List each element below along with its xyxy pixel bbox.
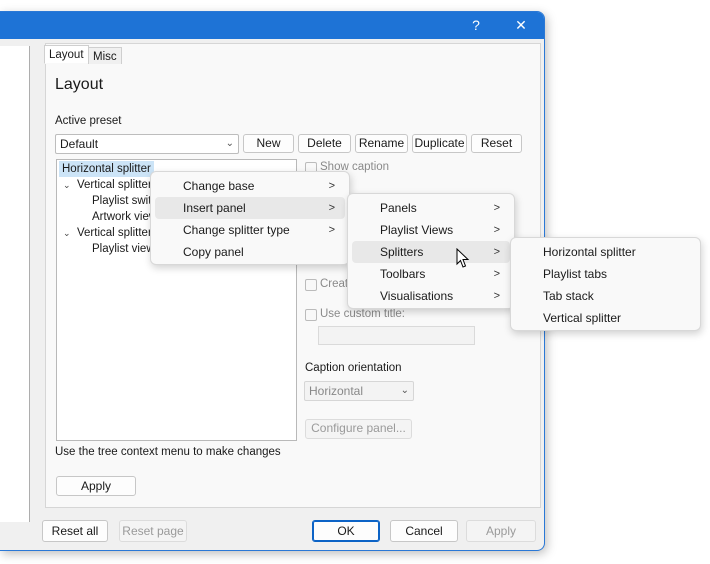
preset-value: Default [60,137,99,151]
reset-preset-button[interactable]: Reset [471,134,522,153]
menu-item-label: Playlist tabs [543,267,608,281]
create-checkbox[interactable] [305,279,317,291]
chevron-right-icon: > [493,224,500,236]
menu-item-label: Visualisations [380,289,454,303]
tree-node-vertical-splitter[interactable]: Vertical splitter [77,177,152,193]
title-bar: ? ✕ [0,12,544,39]
menu-item-insert-panel[interactable]: Insert panel > [155,197,345,219]
cancel-button[interactable]: Cancel [390,520,458,542]
insert-panel-submenu: Panels > Playlist Views > Splitters > To… [347,193,515,309]
use-custom-title-checkbox[interactable] [305,309,317,321]
caption-orientation-select[interactable]: Horizontal ⌄ [304,381,414,401]
footer-apply-button[interactable]: Apply [466,520,536,542]
splitters-submenu: Horizontal splitter Playlist tabs Tab st… [510,237,701,331]
tree-hint-text: Use the tree context menu to make change… [55,446,281,458]
chevron-right-icon: > [493,202,500,214]
new-preset-button[interactable]: New [243,134,294,153]
help-button[interactable]: ? [462,12,490,38]
menu-item-playlist-views[interactable]: Playlist Views > [352,219,510,241]
chevron-right-icon: > [493,290,500,302]
layout-apply-button[interactable]: Apply [56,476,136,496]
menu-item-playlist-tabs[interactable]: Playlist tabs [515,263,696,285]
menu-item-change-splitter-type[interactable]: Change splitter type > [155,219,345,241]
menu-item-label: Horizontal splitter [543,245,636,259]
reset-all-button[interactable]: Reset all [42,520,108,542]
rename-preset-button[interactable]: Rename [355,134,408,153]
tree-context-menu: Change base > Insert panel > Change spli… [150,171,350,265]
custom-title-input[interactable] [318,326,475,345]
menu-item-label: Copy panel [183,245,244,259]
menu-item-label: Tab stack [543,289,594,303]
menu-item-label: Toolbars [380,267,426,281]
menu-item-label: Splitters [380,245,424,259]
menu-item-label: Change base [183,179,255,193]
tab-layout[interactable]: Layout [44,45,89,64]
caption-orientation-label: Caption orientation [305,362,402,374]
tree-node-vertical-splitter-2[interactable]: Vertical splitter [77,225,152,241]
use-custom-title-label: Use custom title: [320,308,405,320]
menu-item-label: Playlist Views [380,223,454,237]
create-label: Creat [320,278,349,290]
menu-item-splitters[interactable]: Splitters > [352,241,510,263]
ok-button[interactable]: OK [312,520,380,542]
chevron-right-icon: > [493,246,500,258]
chevron-down-icon[interactable]: ⌄ [63,180,71,191]
close-button[interactable]: ✕ [505,12,537,38]
chevron-right-icon: > [328,202,335,214]
tree-node-playlist-view[interactable]: Playlist view [92,241,155,257]
left-pane [0,46,30,522]
chevron-right-icon: > [328,224,335,236]
active-preset-label: Active preset [55,115,122,127]
chevron-down-icon[interactable]: ⌄ [63,228,71,239]
reset-page-button[interactable]: Reset page [119,520,187,542]
menu-item-label: Insert panel [183,201,246,215]
delete-preset-button[interactable]: Delete [298,134,351,153]
configure-panel-button[interactable]: Configure panel... [305,419,412,439]
caption-orientation-value: Horizontal [309,384,364,398]
tree-node-playlist-switcher[interactable]: Playlist switc [92,193,157,209]
mouse-pointer-icon [456,248,470,268]
menu-item-change-base[interactable]: Change base > [155,175,345,197]
chevron-down-icon: ⌄ [225,138,234,149]
menu-item-label: Vertical splitter [543,311,622,325]
menu-item-toolbars[interactable]: Toolbars > [352,263,510,285]
menu-item-horizontal-splitter[interactable]: Horizontal splitter [515,241,696,263]
chevron-down-icon: ⌄ [400,385,409,396]
tree-node-horizontal-splitter[interactable]: Horizontal splitter [59,161,154,177]
menu-item-label: Panels [380,201,417,215]
preset-select[interactable]: Default ⌄ [55,134,239,154]
menu-item-tab-stack[interactable]: Tab stack [515,285,696,307]
tab-misc[interactable]: Misc [88,47,122,64]
menu-item-vertical-splitter[interactable]: Vertical splitter [515,307,696,329]
tree-node-artwork-view[interactable]: Artwork view [92,209,157,225]
menu-item-panels[interactable]: Panels > [352,197,510,219]
menu-item-copy-panel[interactable]: Copy panel [155,241,345,263]
page-title: Layout [55,76,104,93]
chevron-right-icon: > [328,180,335,192]
chevron-right-icon: > [493,268,500,280]
menu-item-label: Change splitter type [183,223,290,237]
duplicate-preset-button[interactable]: Duplicate [412,134,467,153]
menu-item-visualisations[interactable]: Visualisations > [352,285,510,307]
